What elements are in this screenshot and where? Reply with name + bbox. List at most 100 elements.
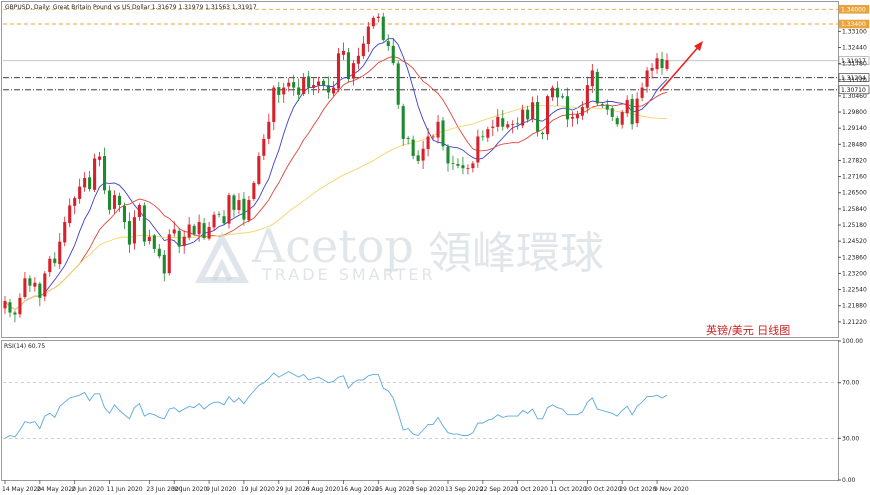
candle-body bbox=[222, 216, 226, 224]
candle-body bbox=[461, 165, 465, 169]
candle-body bbox=[331, 87, 336, 94]
price-tick-label: 1.28480 bbox=[842, 141, 867, 148]
candle-body bbox=[192, 225, 196, 235]
candle-body bbox=[98, 156, 102, 160]
candle-body bbox=[83, 178, 87, 188]
rsi-tick-label: 70.00 bbox=[842, 380, 859, 387]
rsi-tick-label: 0.00 bbox=[842, 477, 856, 484]
candle-body bbox=[307, 76, 311, 88]
price-tick-label: 1.25180 bbox=[842, 222, 867, 229]
price-tick-label: 1.29140 bbox=[842, 125, 867, 132]
candle-body bbox=[267, 121, 271, 139]
candle-body bbox=[491, 126, 495, 128]
candle-body bbox=[526, 109, 530, 120]
price-tick-label: 1.33100 bbox=[842, 28, 867, 35]
date-tick-label: 29 Oct 2020 bbox=[619, 486, 656, 493]
rsi-pane: 100.00 70.00 30.00 0.00 bbox=[3, 338, 863, 484]
candle-body bbox=[187, 224, 191, 238]
price-tick-label: 1.25840 bbox=[842, 206, 867, 213]
candle-body bbox=[536, 102, 540, 132]
candle-body bbox=[595, 71, 599, 104]
levels-layer: 1.340001.334001.319171.312041.30710 bbox=[3, 5, 870, 95]
candle-body bbox=[292, 82, 296, 88]
candle-body bbox=[436, 121, 440, 138]
chart-root: Acetop TRADE SMARTER 領峰環球 1.34000 1.33400… bbox=[0, 0, 870, 495]
price-tick-label: 1.30460 bbox=[842, 93, 867, 100]
price-tick-label: 1.23860 bbox=[842, 254, 867, 261]
price-tick-label: 1.26500 bbox=[842, 190, 867, 197]
pair-annotation-label: 英镑/美元 日线图 bbox=[706, 323, 790, 337]
date-tick-label: 9 Nov 2020 bbox=[654, 486, 689, 493]
date-tick-label: 11 Oct 2020 bbox=[550, 486, 587, 493]
candle-body bbox=[466, 168, 470, 170]
candle-body bbox=[312, 85, 316, 88]
candle-body bbox=[386, 41, 390, 47]
candle-body bbox=[23, 278, 27, 298]
candle-body bbox=[142, 205, 146, 242]
candle-body bbox=[13, 312, 17, 315]
candle-body bbox=[212, 214, 216, 228]
rsi-label: RSI(14) 60.75 bbox=[4, 343, 45, 350]
date-tick-label: 1 Oct 2020 bbox=[515, 486, 548, 493]
watermark-cn: 領峰環球 bbox=[428, 228, 604, 279]
candle-body bbox=[272, 87, 276, 123]
candle-body bbox=[207, 226, 211, 239]
rsi-pane-frame bbox=[1, 340, 839, 481]
candle-body bbox=[585, 85, 589, 108]
candle-body bbox=[162, 254, 166, 274]
price-tick-label: 1.24520 bbox=[842, 238, 867, 245]
candle-body bbox=[376, 16, 380, 18]
date-tick-label: 16 Aug 2020 bbox=[340, 486, 379, 493]
candle-body bbox=[152, 235, 156, 249]
candle-body bbox=[48, 258, 52, 273]
candle-body bbox=[157, 248, 161, 257]
candle-body bbox=[172, 229, 176, 234]
candle-body bbox=[122, 206, 127, 223]
candle-body bbox=[78, 186, 82, 199]
date-tick-label: 9 Jul 2020 bbox=[206, 486, 236, 493]
candle-body bbox=[575, 114, 579, 119]
candle-body bbox=[43, 273, 47, 297]
candle-body bbox=[431, 136, 435, 138]
candle-body bbox=[326, 85, 331, 93]
date-tick-label: 14 May 2020 bbox=[2, 486, 41, 493]
candle-body bbox=[257, 156, 261, 184]
candle-body bbox=[531, 102, 535, 120]
rsi-tick-label: 100.00 bbox=[842, 338, 863, 345]
chart-canvas: Acetop TRADE SMARTER 領峰環球 1.34000 1.33400… bbox=[1, 1, 870, 493]
candle-body bbox=[317, 81, 321, 86]
candle-body bbox=[341, 50, 346, 55]
price-tick-label: 1.27160 bbox=[842, 174, 867, 181]
candle-body bbox=[167, 234, 171, 274]
candle-body bbox=[107, 190, 112, 210]
candle-body bbox=[103, 156, 107, 191]
candle-body bbox=[322, 80, 326, 86]
date-tick-label: 13 Sep 2020 bbox=[445, 486, 483, 493]
candle-body bbox=[665, 60, 669, 69]
date-tick-label: 11 Jun 2020 bbox=[107, 486, 143, 493]
candle-body bbox=[446, 146, 450, 164]
price-tick-label: 1.32440 bbox=[842, 44, 867, 51]
candle-body bbox=[451, 163, 455, 164]
candle-body bbox=[351, 63, 355, 79]
candle-body bbox=[421, 148, 425, 161]
candle-body bbox=[411, 139, 415, 157]
candle-body bbox=[640, 87, 644, 98]
candle-body bbox=[182, 236, 186, 246]
price-tick-label: 1.31120 bbox=[842, 77, 867, 84]
candle-body bbox=[396, 63, 400, 105]
candle-body bbox=[58, 241, 62, 265]
candle-body bbox=[28, 278, 32, 286]
candle-body bbox=[117, 195, 122, 205]
candle-body bbox=[625, 99, 629, 114]
candle-body bbox=[132, 217, 136, 244]
price-tick-label: 1.21220 bbox=[842, 319, 867, 326]
candle-body bbox=[610, 108, 614, 117]
candle-body bbox=[590, 70, 594, 87]
candle-body bbox=[600, 103, 604, 105]
candle-body bbox=[605, 104, 609, 110]
date-axis: 14 May 202024 May 20202 Jun 2020 11 Jun 2… bbox=[2, 480, 689, 493]
candle-body bbox=[516, 123, 520, 125]
watermark-logo-icon bbox=[195, 231, 249, 283]
candle-body bbox=[501, 118, 505, 127]
